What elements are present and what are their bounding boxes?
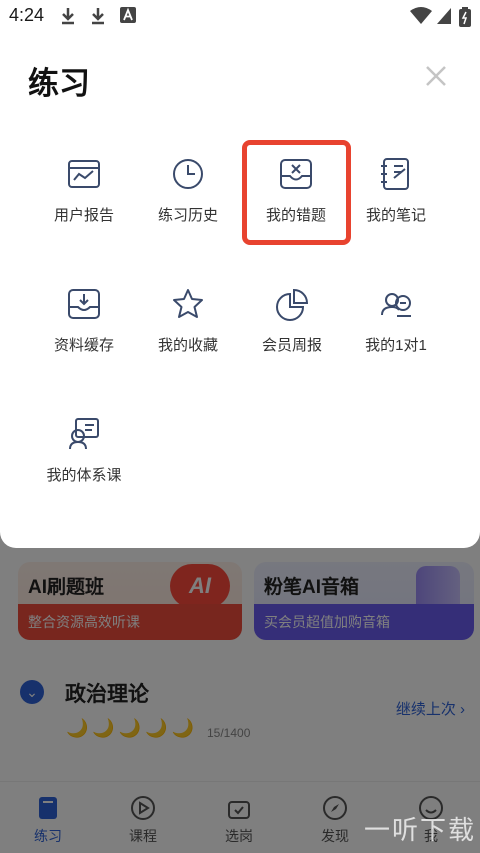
practice-history-button[interactable]: 练习历史 [136, 156, 240, 256]
signal-icon [437, 8, 451, 24]
notes-icon [381, 158, 409, 190]
clock-icon [173, 159, 203, 189]
status-bar: 4:24 [0, 0, 480, 32]
battery-icon [459, 7, 471, 27]
member-weekly-report-button[interactable]: 会员周报 [240, 286, 344, 386]
wrong-questions-button[interactable]: 我的错题 [244, 156, 348, 256]
report-icon [68, 160, 100, 188]
my-notes-label: 我的笔记 [365, 207, 426, 224]
download-icon [62, 8, 74, 25]
member-weekly-report-label: 会员周报 [261, 337, 322, 354]
close-icon[interactable] [422, 62, 450, 90]
status-time: 4:24 [9, 5, 45, 25]
pie-chart-icon [276, 288, 309, 321]
my-favorites-label: 我的收藏 [157, 337, 218, 354]
my-one-on-one-button[interactable]: 我的1对1 [344, 286, 448, 386]
my-notes-button[interactable]: 我的笔记 [344, 156, 448, 256]
download-tray-icon [68, 289, 100, 319]
star-icon [173, 289, 203, 318]
watermark: 一听下载 [363, 815, 476, 845]
tutor-icon [381, 293, 411, 317]
wrong-questions-icon [280, 159, 312, 189]
practice-history-label: 练习历史 [157, 207, 218, 224]
material-cache-button[interactable]: 资料缓存 [32, 286, 136, 386]
wrong-questions-label: 我的错题 [265, 207, 326, 224]
my-system-course-label: 我的体系课 [46, 467, 122, 484]
my-system-course-button[interactable]: 我的体系课 [32, 416, 136, 516]
my-favorites-button[interactable]: 我的收藏 [136, 286, 240, 386]
font-icon [120, 7, 136, 23]
material-cache-label: 资料缓存 [53, 337, 114, 354]
practice-sheet: 练习 用户报告 练习历史 我的错题 我的笔记 资料缓存 我的收藏 会员周报 我的… [0, 0, 480, 548]
my-one-on-one-label: 我的1对1 [365, 337, 427, 354]
wifi-icon [410, 7, 432, 24]
user-report-label: 用户报告 [53, 207, 114, 224]
download-icon [92, 8, 104, 25]
course-icon [69, 418, 99, 450]
sheet-title: 练习 [28, 66, 90, 101]
user-report-button[interactable]: 用户报告 [32, 156, 136, 256]
